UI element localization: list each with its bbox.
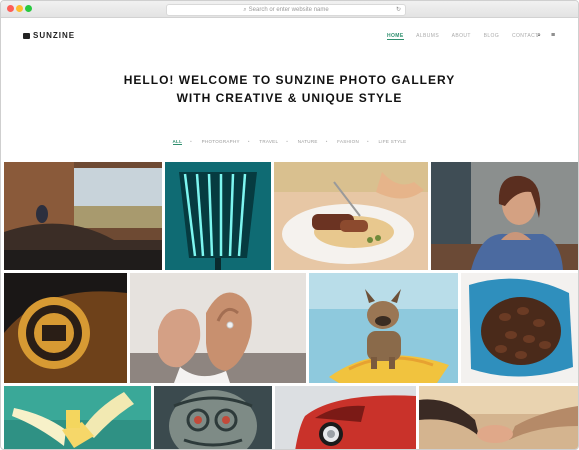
photo-banana[interactable] — [4, 386, 151, 449]
menu-item-albums[interactable]: ALBUMS — [416, 33, 439, 39]
menu-item-contact[interactable]: CONTACT — [512, 33, 539, 39]
filter-all[interactable]: ALL — [172, 139, 183, 145]
main-menu: HOME ALBUMS ABOUT BLOG CONTACT — [387, 33, 550, 40]
menu-item-about[interactable]: ABOUT — [452, 33, 471, 39]
filter-fashion[interactable]: FASHION — [337, 139, 359, 144]
gallery-filter-bar: ALL • PHOTOGRAPHY • TRAVEL • NATURE • FASHIO… — [172, 139, 407, 145]
menu-item-blog[interactable]: BLOG — [484, 33, 500, 39]
photo-woman-portrait[interactable] — [431, 162, 578, 270]
camera-icon — [23, 33, 30, 39]
photo-steak[interactable] — [274, 162, 428, 270]
photo-hands-ring[interactable] — [130, 273, 306, 383]
photo-coffee-beans[interactable] — [461, 273, 578, 383]
filter-travel[interactable]: TRAVEL — [259, 139, 278, 144]
photo-holding-hands[interactable] — [419, 386, 578, 449]
hero-line-2: WITH CREATIVE & UNIQUE STYLE — [176, 91, 403, 105]
browser-window: ⌕ Search or enter website name ↻ SUNZINE … — [0, 0, 579, 450]
close-window-button[interactable] — [7, 5, 14, 12]
site-logo[interactable]: SUNZINE — [23, 31, 75, 40]
maximize-window-button[interactable] — [25, 5, 32, 12]
photo-dog-paddleboard[interactable] — [309, 273, 458, 383]
filter-photography[interactable]: PHOTOGRAPHY — [202, 139, 240, 144]
search-icon: ⌕ — [243, 7, 247, 13]
photo-tattoo[interactable] — [154, 386, 272, 449]
hamburger-menu-icon[interactable]: ≡ — [551, 32, 555, 39]
menu-item-home[interactable]: HOME — [387, 33, 404, 40]
filter-nature[interactable]: NATURE — [298, 139, 318, 144]
reload-icon[interactable]: ↻ — [396, 5, 401, 15]
hero-heading: HELLO! WELCOME TO SUNZINE PHOTO GALLERY … — [1, 71, 578, 107]
photo-lamp[interactable] — [165, 162, 271, 270]
search-icon[interactable]: ⌕ — [537, 32, 541, 40]
logo-text: SUNZINE — [33, 31, 76, 40]
address-placeholder: Search or enter website name — [248, 7, 329, 13]
site-navbar: SUNZINE HOME ALBUMS ABOUT BLOG CONTACT ⌕… — [1, 27, 578, 47]
address-bar[interactable]: ⌕ Search or enter website name ↻ — [166, 4, 406, 16]
filter-lifestyle[interactable]: LIFE STYLE — [378, 139, 406, 144]
photo-red-car[interactable] — [275, 386, 416, 449]
photo-interior[interactable] — [4, 162, 162, 270]
minimize-window-button[interactable] — [16, 5, 23, 12]
photo-branded-circle[interactable] — [4, 273, 127, 383]
hero-line-1: HELLO! WELCOME TO SUNZINE PHOTO GALLERY — [123, 73, 456, 87]
browser-titlebar: ⌕ Search or enter website name ↻ — [1, 1, 578, 18]
